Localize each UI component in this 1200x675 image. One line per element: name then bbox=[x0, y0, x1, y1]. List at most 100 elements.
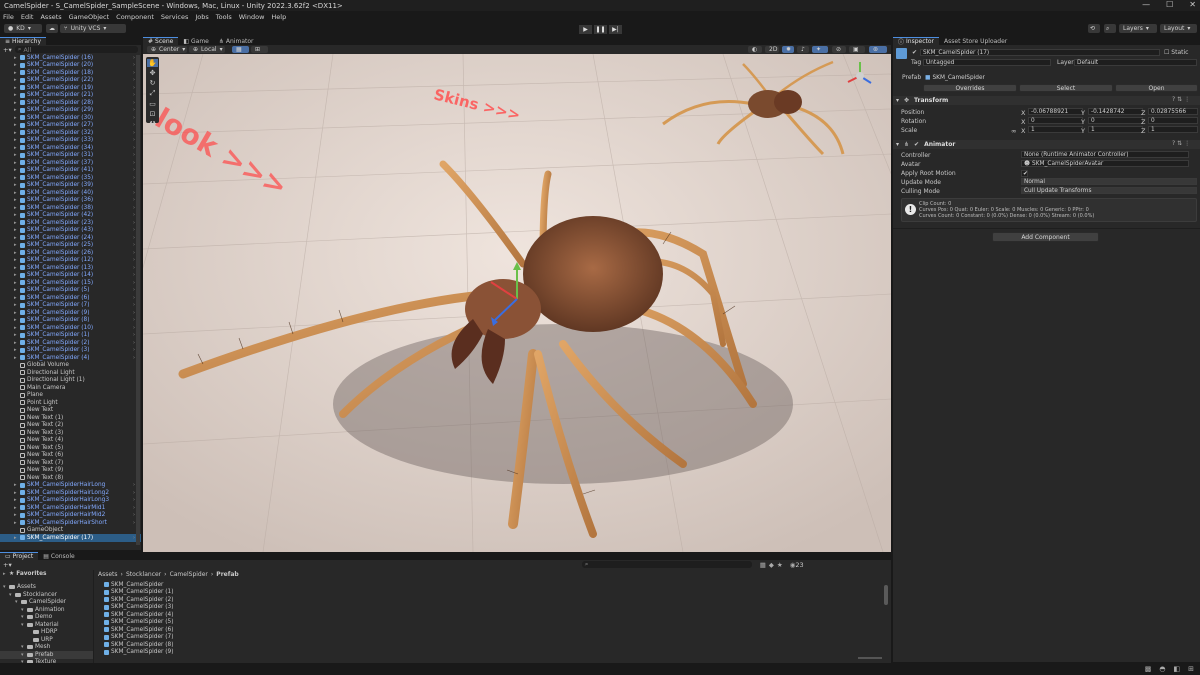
position-x-field[interactable]: -0.06788921 bbox=[1028, 108, 1083, 115]
update-mode-dropdown[interactable]: Normal bbox=[1021, 178, 1197, 185]
chevron-right-icon[interactable]: › bbox=[133, 182, 135, 188]
menu-edit[interactable]: Edit bbox=[21, 13, 34, 21]
chevron-right-icon[interactable]: › bbox=[133, 100, 135, 106]
tab-asset-store-uploader[interactable]: Asset Store Uploader bbox=[939, 37, 1012, 45]
chevron-right-icon[interactable]: › bbox=[133, 325, 135, 331]
asset-list-item[interactable]: SKM_CamelSpider (7) bbox=[104, 634, 804, 642]
tab-inspector[interactable]: ⓘ Inspector bbox=[893, 37, 940, 46]
layers-dropdown[interactable]: Layers ▾ bbox=[1119, 24, 1157, 33]
hierarchy-item[interactable]: ▸ SKM_CamelSpiderHairLong › bbox=[14, 482, 141, 490]
hierarchy-item[interactable]: Plane bbox=[14, 392, 141, 400]
active-checkbox[interactable]: ✔ bbox=[912, 49, 917, 56]
tab-game[interactable]: ◧ Game bbox=[178, 37, 214, 45]
transform-header-icons[interactable]: ?⇅⋮ bbox=[1172, 96, 1192, 103]
chevron-right-icon[interactable]: › bbox=[133, 115, 135, 121]
cache-icon[interactable]: ◧ bbox=[1174, 665, 1181, 673]
lighting-toggle[interactable]: ✹ bbox=[782, 46, 794, 53]
tab-hierarchy[interactable]: ≡ Hierarchy bbox=[0, 37, 47, 45]
chevron-right-icon[interactable]: › bbox=[133, 340, 135, 346]
hierarchy-item[interactable]: ▸ SKM_CamelSpider (39) › bbox=[14, 182, 141, 190]
add-icon[interactable]: +▾ bbox=[3, 46, 12, 54]
network-icon[interactable]: ⊞ bbox=[1188, 665, 1194, 673]
chevron-right-icon[interactable]: › bbox=[133, 512, 135, 518]
hierarchy-item[interactable]: Directional Light bbox=[14, 369, 141, 377]
chevron-right-icon[interactable]: › bbox=[133, 205, 135, 211]
hierarchy-item[interactable]: ▸ SKM_CamelSpider (32) › bbox=[14, 129, 141, 137]
filter-icons[interactable]: ▦◆★ bbox=[760, 561, 786, 569]
chevron-right-icon[interactable]: › bbox=[133, 280, 135, 286]
hierarchy-item[interactable]: New Text bbox=[14, 407, 141, 415]
hierarchy-scrollbar[interactable] bbox=[136, 55, 140, 545]
hierarchy-item[interactable]: ▸ SKM_CamelSpiderHairMid1 › bbox=[14, 504, 141, 512]
chevron-right-icon[interactable]: › bbox=[133, 302, 135, 308]
menu-gameobject[interactable]: GameObject bbox=[69, 13, 110, 21]
hierarchy-item[interactable]: ▸ SKM_CamelSpiderHairLong3 › bbox=[14, 497, 141, 505]
chevron-right-icon[interactable]: › bbox=[133, 152, 135, 158]
folder-tree-item[interactable]: ▾ Assets bbox=[0, 584, 93, 592]
hierarchy-item[interactable]: ▸ SKM_CamelSpider (2) › bbox=[14, 339, 141, 347]
folder-tree-item[interactable]: ▾ Prefab bbox=[0, 651, 93, 659]
close-button[interactable]: ✕ bbox=[1189, 0, 1196, 11]
pivot-dropdown[interactable]: ⊕ Center ▾ bbox=[147, 46, 187, 53]
object-name-field[interactable]: SKM_CamelSpider (17) bbox=[920, 49, 1160, 56]
hierarchy-item[interactable]: ▸ SKM_CamelSpider (20) › bbox=[14, 62, 141, 70]
chevron-right-icon[interactable]: › bbox=[133, 227, 135, 233]
hierarchy-item[interactable]: ▸ SKM_CamelSpider (38) › bbox=[14, 204, 141, 212]
zoom-slider[interactable] bbox=[858, 657, 882, 659]
chevron-right-icon[interactable]: › bbox=[133, 332, 135, 338]
add-component-button[interactable]: Add Component bbox=[992, 232, 1099, 242]
transform-tool-icon[interactable]: ⊡ bbox=[150, 110, 156, 118]
hierarchy-item[interactable]: Main Camera bbox=[14, 384, 141, 392]
chevron-right-icon[interactable]: › bbox=[133, 490, 135, 496]
hierarchy-item[interactable]: New Text (9) bbox=[14, 467, 141, 475]
chevron-right-icon[interactable]: › bbox=[133, 167, 135, 173]
account-dropdown[interactable]: ● KD ▾ bbox=[4, 24, 42, 33]
maximize-button[interactable]: ☐ bbox=[1166, 0, 1173, 11]
hierarchy-item[interactable]: Point Light bbox=[14, 399, 141, 407]
camera-dropdown[interactable]: ▣ bbox=[849, 46, 865, 53]
menu-component[interactable]: Component bbox=[116, 13, 154, 21]
chevron-right-icon[interactable]: › bbox=[133, 145, 135, 151]
chevron-right-icon[interactable]: › bbox=[133, 295, 135, 301]
search-icon[interactable]: ⌕ bbox=[1104, 24, 1116, 33]
folder-tree-item[interactable]: HDRP bbox=[0, 629, 93, 637]
animator-header-icons[interactable]: ?⇅⋮ bbox=[1172, 140, 1192, 147]
menu-help[interactable]: Help bbox=[271, 13, 286, 21]
menu-assets[interactable]: Assets bbox=[40, 13, 61, 21]
hierarchy-item[interactable]: ▸ SKM_CamelSpider (6) › bbox=[14, 294, 141, 302]
hierarchy-item[interactable]: Directional Light (1) bbox=[14, 377, 141, 385]
breadcrumb-item[interactable]: Assets bbox=[98, 571, 118, 578]
gizmos-dropdown[interactable]: ⊛ bbox=[869, 46, 887, 53]
hierarchy-item[interactable]: ▸ SKM_CamelSpider (31) › bbox=[14, 152, 141, 160]
hierarchy-item[interactable]: New Text (3) bbox=[14, 429, 141, 437]
layer-dropdown[interactable]: Default bbox=[1074, 59, 1197, 66]
chevron-right-icon[interactable]: › bbox=[133, 55, 135, 61]
hierarchy-item[interactable]: ▸ SKM_CamelSpider (42) › bbox=[14, 212, 141, 220]
chevron-right-icon[interactable]: › bbox=[133, 160, 135, 166]
asset-list-item[interactable]: SKM_CamelSpider (4) bbox=[104, 611, 804, 619]
hierarchy-item[interactable]: ▸ SKM_CamelSpider (22) › bbox=[14, 77, 141, 85]
hierarchy-item[interactable]: New Text (6) bbox=[14, 452, 141, 460]
chevron-right-icon[interactable]: › bbox=[133, 85, 135, 91]
hierarchy-item[interactable]: ▸ SKM_CamelSpider (40) › bbox=[14, 189, 141, 197]
hierarchy-item[interactable]: ▸ SKM_CamelSpider (4) › bbox=[14, 354, 141, 362]
hierarchy-item[interactable]: ▸ SKM_CamelSpider (29) › bbox=[14, 107, 141, 115]
menu-window[interactable]: Window bbox=[239, 13, 265, 21]
hierarchy-item[interactable]: ▸ SKM_CamelSpider (27) › bbox=[14, 122, 141, 130]
chevron-right-icon[interactable]: › bbox=[133, 257, 135, 263]
hierarchy-item[interactable]: ▸ SKM_CamelSpider (17) › bbox=[0, 534, 141, 542]
rect-tool-icon[interactable]: ▭ bbox=[149, 100, 156, 108]
chevron-right-icon[interactable]: › bbox=[133, 310, 135, 316]
chevron-right-icon[interactable]: › bbox=[133, 62, 135, 68]
chevron-right-icon[interactable]: › bbox=[133, 535, 135, 541]
step-button[interactable]: ▶| bbox=[609, 25, 622, 34]
position-y-field[interactable]: -0.1428742 bbox=[1088, 108, 1143, 115]
grid-snap-button[interactable]: ▦ bbox=[232, 46, 249, 53]
tag-dropdown[interactable]: Untagged bbox=[923, 59, 1051, 66]
hierarchy-item[interactable]: ▸ SKM_CamelSpider (16) › bbox=[14, 54, 141, 62]
hierarchy-item[interactable]: New Text (7) bbox=[14, 459, 141, 467]
layout-dropdown[interactable]: Layout ▾ bbox=[1160, 24, 1197, 33]
avatar-field[interactable]: ☻ SKM_CamelSpiderAvatar bbox=[1021, 160, 1189, 167]
chevron-right-icon[interactable]: › bbox=[133, 190, 135, 196]
hierarchy-item[interactable]: Global Volume bbox=[14, 362, 141, 370]
